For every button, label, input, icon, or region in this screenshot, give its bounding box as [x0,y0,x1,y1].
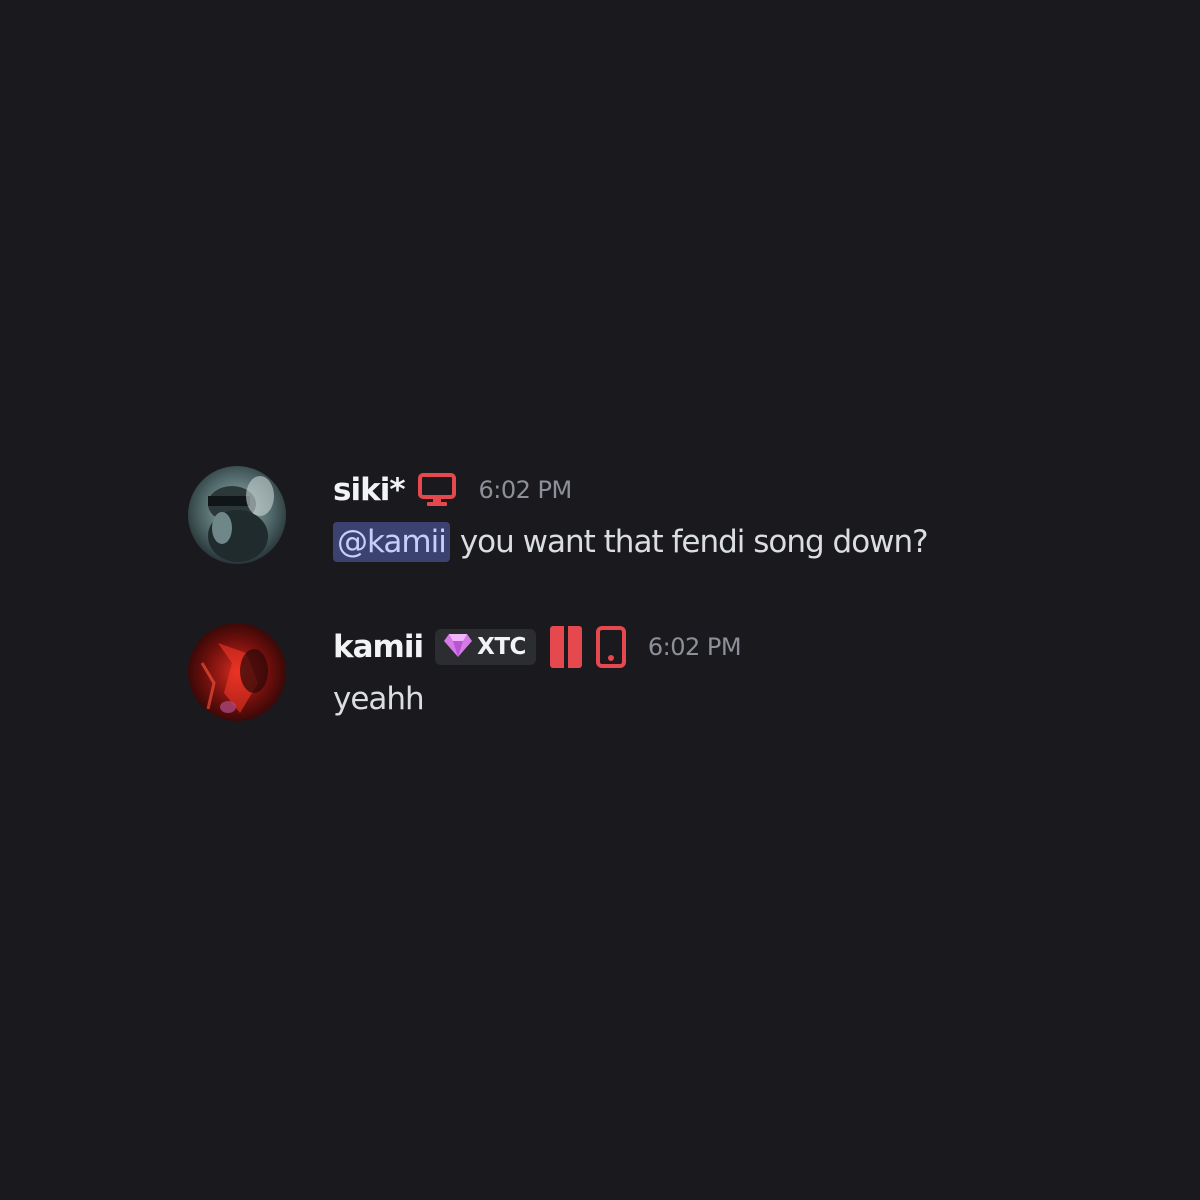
avatar[interactable] [188,623,286,721]
message-header: siki* 6:02 PM [333,468,572,512]
server-tag[interactable]: XTC [435,629,536,665]
message-header: kamii XTC 6:02 PM [333,624,742,670]
timestamp: 6:02 PM [647,633,742,661]
message-content: yeahh [333,675,425,723]
message: siki* 6:02 PM @kamii you want that fendi… [188,466,1128,566]
chat-log: siki* 6:02 PM @kamii you want that fendi… [0,0,1200,1200]
browser-icon [548,624,584,670]
message-content: @kamii you want that fendi song down? [333,518,929,566]
username[interactable]: siki* [333,472,406,508]
username[interactable]: kamii [333,629,424,665]
server-tag-label: XTC [477,634,526,660]
message: kamii XTC 6:02 PM yeahh [188,623,1128,723]
gem-icon [443,632,473,662]
message-text: you want that fendi song down? [459,524,929,560]
message-text: yeahh [333,681,425,717]
user-mention[interactable]: @kamii [333,522,450,562]
timestamp: 6:02 PM [478,476,573,504]
avatar[interactable] [188,466,286,564]
desktop-icon [417,472,457,508]
mobile-icon [595,626,626,668]
